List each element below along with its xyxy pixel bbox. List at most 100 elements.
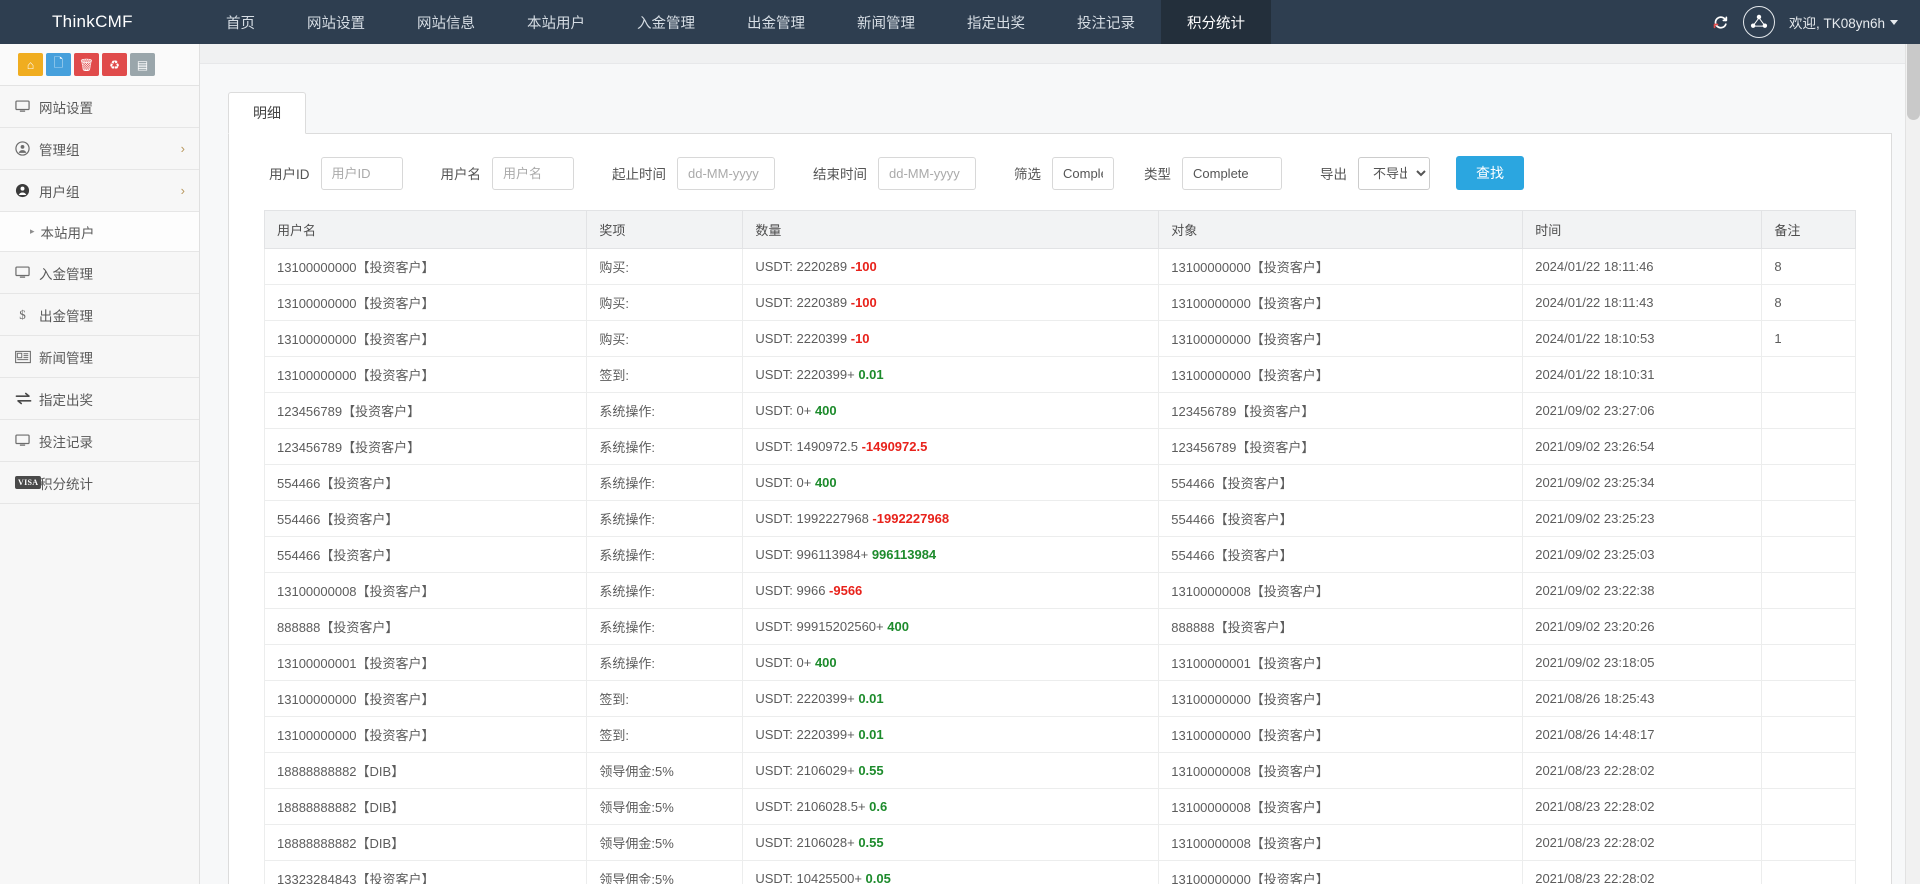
table-row[interactable]: 13100000000【投资客户】 购买: USDT: 2220389 -100 13… <box>263 284 1856 321</box>
cell-object: 13100000000【投资客户】 <box>1158 716 1524 753</box>
vertical-scrollbar[interactable] <box>1905 0 1920 884</box>
sidebar-item-label: 出金管理 <box>39 308 93 324</box>
start-time-input[interactable] <box>677 156 775 190</box>
cell-object: 13100000000【投资客户】 <box>1158 320 1524 357</box>
table-row[interactable]: 18888888882【DIB】 领导佣金:5% USDT: 2106028+ 0.… <box>263 824 1856 861</box>
table-column-header-5: 备注 <box>1761 210 1856 249</box>
cell-note: 8 <box>1761 248 1856 285</box>
top-menu-item-6[interactable]: 新闻管理 <box>831 0 941 44</box>
filter-export: 导出 不导出 <box>1320 156 1430 190</box>
top-menu-item-0[interactable]: 首页 <box>200 0 281 44</box>
user-id-input[interactable] <box>320 156 403 190</box>
type-input[interactable] <box>1182 156 1282 190</box>
delete-button[interactable]: 🗑 <box>74 53 99 76</box>
brand-logo[interactable]: ThinkCMF <box>0 0 200 44</box>
table-row[interactable]: 18888888882【DIB】 领导佣金:5% USDT: 2106028.5+ … <box>263 788 1856 825</box>
cell-prize: 系统操作: <box>586 572 744 609</box>
top-menu-item-1[interactable]: 网站设置 <box>281 0 391 44</box>
top-menu-item-8[interactable]: 投注记录 <box>1051 0 1161 44</box>
top-menu-item-3[interactable]: 本站用户 <box>501 0 611 44</box>
bullet-icon: ▸ <box>30 226 35 236</box>
table-row[interactable]: 13100000000【投资客户】 签到: USDT: 2220399+ 0.01 1… <box>263 680 1856 717</box>
sidebar-item-1[interactable]: 管理组 › <box>0 128 199 170</box>
search-button[interactable]: 查找 <box>1456 156 1524 190</box>
cell-note <box>1761 464 1856 501</box>
table-column-header-0: 用户名 <box>263 210 588 249</box>
amount-base: USDT: 0+ <box>755 403 815 418</box>
table-row[interactable]: 13100000000【投资客户】 签到: USDT: 2220399+ 0.01 1… <box>263 716 1856 753</box>
table-row[interactable]: 554466【投资客户】 系统操作: USDT: 1992227968 -19922… <box>263 500 1856 537</box>
end-time-input[interactable] <box>878 156 976 190</box>
user-circle-icon <box>15 141 39 156</box>
list-button[interactable]: ▤ <box>130 53 155 76</box>
amount-base: USDT: 2106029+ <box>755 763 859 778</box>
cell-prize: 签到: <box>586 356 744 393</box>
top-menu-item-9[interactable]: 积分统计 <box>1161 0 1271 44</box>
cell-amount: USDT: 2220399 -10 <box>742 320 1160 357</box>
table-row[interactable]: 888888【投资客户】 系统操作: USDT: 99915202560+ 400 8… <box>263 608 1856 645</box>
svg-text:$: $ <box>19 307 26 322</box>
table-row[interactable]: 554466【投资客户】 系统操作: USDT: 996113984+ 996113… <box>263 536 1856 573</box>
top-menu-item-4[interactable]: 入金管理 <box>611 0 721 44</box>
cell-user: 18888888882【DIB】 <box>263 788 588 825</box>
table-row[interactable]: 13100000008【投资客户】 系统操作: USDT: 9966 -9566 13… <box>263 572 1856 609</box>
cell-amount: USDT: 2106028.5+ 0.6 <box>742 788 1160 825</box>
cell-time: 2021/08/23 22:28:02 <box>1522 788 1763 825</box>
table-row[interactable]: 13100000000【投资客户】 签到: USDT: 2220399+ 0.01 1… <box>263 356 1856 393</box>
sidebar-subitem-3[interactable]: ▸ 本站用户 <box>0 212 199 252</box>
top-navigation-bar: ThinkCMF 首页 网站设置 网站信息 本站用户 入金管理 出金管理 新闻管理 指定出奖投… <box>0 0 1920 44</box>
export-select[interactable]: 不导出 <box>1358 156 1430 190</box>
top-menu-item-2[interactable]: 网站信息 <box>391 0 501 44</box>
table-row[interactable]: 13100000000【投资客户】 购买: USDT: 2220289 -100 13… <box>263 248 1856 285</box>
table-row[interactable]: 123456789【投资客户】 系统操作: USDT: 0+ 400 12345678… <box>263 392 1856 429</box>
cell-amount: USDT: 996113984+ 996113984 <box>742 536 1160 573</box>
sidebar-item-4[interactable]: 入金管理 <box>0 252 199 294</box>
table-row[interactable]: 18888888882【DIB】 领导佣金:5% USDT: 2106029+ 0.… <box>263 752 1856 789</box>
cell-user: 888888【投资客户】 <box>263 608 588 645</box>
welcome-user-menu[interactable]: 欢迎, TK08yn6h <box>1789 12 1898 32</box>
cell-time: 2024/01/22 18:11:46 <box>1522 248 1763 285</box>
cell-note <box>1761 500 1856 537</box>
recycle-button[interactable]: ♻ <box>102 53 127 76</box>
tab-0[interactable]: 明细 <box>228 92 306 134</box>
cell-object: 13100000008【投资客户】 <box>1158 752 1524 789</box>
sidebar-item-2[interactable]: 用户组 › <box>0 170 199 212</box>
amount-delta: -1490972.5 <box>861 439 928 454</box>
new-page-button[interactable]: 🗋 <box>46 53 71 76</box>
home-button[interactable]: ⌂ <box>18 53 43 76</box>
cell-prize: 领导佣金:5% <box>586 752 744 789</box>
cell-amount: USDT: 9966 -9566 <box>742 572 1160 609</box>
top-menu-item-5[interactable]: 出金管理 <box>721 0 831 44</box>
cell-time: 2021/09/02 23:18:05 <box>1522 644 1763 681</box>
cell-time: 2021/09/02 23:20:26 <box>1522 608 1763 645</box>
sidebar-item-label: 网站设置 <box>39 100 93 116</box>
refresh-icon[interactable] <box>1712 14 1729 31</box>
table-row[interactable]: 123456789【投资客户】 系统操作: USDT: 1490972.5 -149… <box>263 428 1856 465</box>
sidebar-item-5[interactable]: $ 出金管理 <box>0 294 199 336</box>
table-column-header-3: 对象 <box>1158 210 1524 249</box>
screen-input[interactable] <box>1052 156 1114 190</box>
cell-prize: 系统操作: <box>586 536 744 573</box>
cell-time: 2021/08/26 14:48:17 <box>1522 716 1763 753</box>
avatar[interactable] <box>1742 6 1775 38</box>
cell-user: 13100000000【投资客户】 <box>263 248 588 285</box>
table-row[interactable]: 554466【投资客户】 系统操作: USDT: 0+ 400 554466【投资客户… <box>263 464 1856 501</box>
table-row[interactable]: 13100000001【投资客户】 系统操作: USDT: 0+ 400 131000… <box>263 644 1856 681</box>
cell-note <box>1761 680 1856 717</box>
sidebar-item-9[interactable]: VISA 积分统计 <box>0 462 199 504</box>
amount-delta: 400 <box>814 475 837 490</box>
user-name-input[interactable] <box>492 156 574 190</box>
cell-object: 554466【投资客户】 <box>1158 464 1524 501</box>
amount-delta: -100 <box>850 259 877 274</box>
cell-object: 13100000008【投资客户】 <box>1158 788 1524 825</box>
sidebar-item-6[interactable]: 新闻管理 <box>0 336 199 378</box>
sidebar-item-0[interactable]: 网站设置 <box>0 86 199 128</box>
top-menu-item-7[interactable]: 指定出奖 <box>941 0 1051 44</box>
table-row[interactable]: 13323284843【投资客户】 领导佣金:5% USDT: 10425500+ … <box>263 860 1856 884</box>
sidebar-item-7[interactable]: 指定出奖 <box>0 378 199 420</box>
cell-object: 13100000001【投资客户】 <box>1158 644 1524 681</box>
table-row[interactable]: 13100000000【投资客户】 购买: USDT: 2220399 -10 131… <box>263 320 1856 357</box>
sidebar-item-8[interactable]: 投注记录 <box>0 420 199 462</box>
amount-base: USDT: 2220399 <box>755 331 851 346</box>
chevron-right-icon: › <box>180 141 185 156</box>
